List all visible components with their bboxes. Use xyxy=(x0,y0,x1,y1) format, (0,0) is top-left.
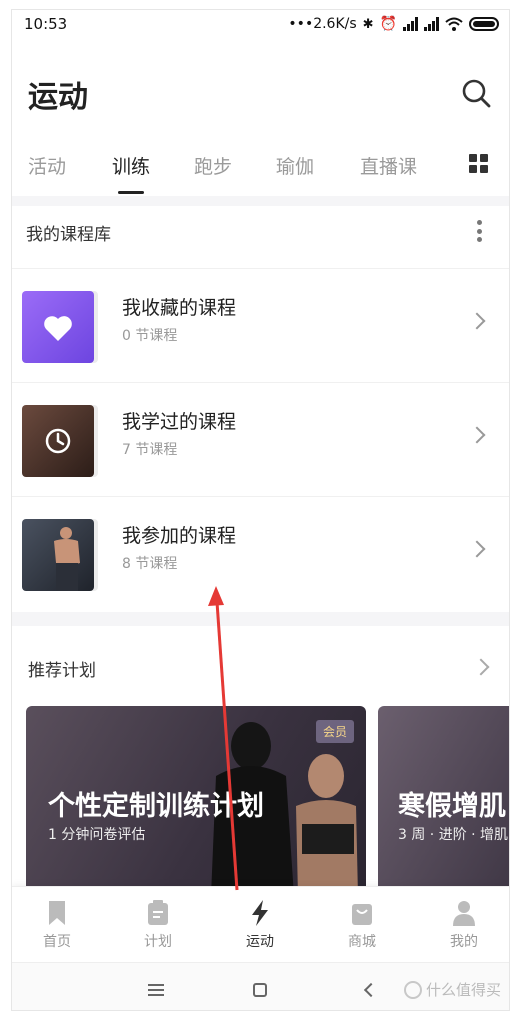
system-navigation-bar: 什么值得买 xyxy=(12,962,509,1010)
bottom-navigation: 首页 计划 运动 商城 我的 xyxy=(12,886,509,962)
tab-activity[interactable]: 活动 xyxy=(28,152,66,179)
nav-shop[interactable]: 商城 xyxy=(322,899,402,951)
nav-sport[interactable]: 运动 xyxy=(220,899,300,951)
course-row-learned[interactable]: 我学过的课程 7 节课程 xyxy=(12,382,509,496)
plan-subtitle: 1 分钟问卷评估 xyxy=(48,827,146,843)
nav-label: 我的 xyxy=(450,934,478,950)
home-icon[interactable] xyxy=(253,983,267,997)
recommended-header[interactable]: 推荐计划 xyxy=(12,626,509,696)
page-title: 运动 xyxy=(28,80,88,115)
status-icons: •••2.6K/s ✱ ⏰ xyxy=(288,16,499,32)
course-library-header: 我的课程库 xyxy=(12,206,509,268)
app-screen: 10:53 •••2.6K/s ✱ ⏰ 运动 活动 训练 跑步 瑜伽 直播课 我… xyxy=(11,9,510,1011)
plan-card-custom[interactable]: 会员 个性定制训练计划 1 分钟问卷评估 xyxy=(26,706,366,896)
recommended-title: 推荐计划 xyxy=(28,661,96,681)
heart-thumbnail xyxy=(22,291,94,363)
chevron-right-icon xyxy=(468,312,486,330)
tab-training[interactable]: 训练 xyxy=(112,152,150,179)
plan-card-winter-bulk[interactable]: 寒假增肌 3 周 · 进阶 · 增肌 xyxy=(378,706,509,896)
tab-yoga[interactable]: 瑜伽 xyxy=(276,152,314,179)
nav-label: 商城 xyxy=(348,934,376,950)
fitness-photo xyxy=(22,519,94,591)
nav-label: 首页 xyxy=(43,934,71,950)
vip-badge: 会员 xyxy=(315,720,354,743)
heart-icon xyxy=(44,316,72,341)
search-icon[interactable] xyxy=(461,78,491,108)
battery-icon xyxy=(469,17,499,31)
more-options-icon[interactable] xyxy=(477,220,483,242)
watermark-logo-icon xyxy=(403,980,422,999)
course-library-title: 我的课程库 xyxy=(26,225,111,245)
nav-label: 计划 xyxy=(144,934,172,950)
divider xyxy=(12,196,509,206)
signal-icon xyxy=(403,17,418,31)
person-icon xyxy=(453,901,475,926)
course-title: 我学过的课程 xyxy=(122,411,237,433)
nav-label: 运动 xyxy=(246,934,274,950)
status-time: 10:53 xyxy=(24,15,68,33)
course-count: 7 节课程 xyxy=(122,442,178,458)
watermark-text: 什么值得买 xyxy=(425,981,501,999)
alarm-icon: ⏰ xyxy=(379,16,397,32)
athlete-figure-icon xyxy=(54,527,80,591)
chevron-right-icon xyxy=(468,426,486,444)
page-header: 运动 xyxy=(12,68,509,128)
grid-menu-icon[interactable] xyxy=(469,154,489,174)
nav-home[interactable]: 首页 xyxy=(17,899,97,951)
lightning-icon xyxy=(252,900,268,926)
nav-profile[interactable]: 我的 xyxy=(424,899,504,951)
tab-active-indicator xyxy=(118,191,144,194)
plan-title: 寒假增肌 xyxy=(398,791,506,822)
signal-icon-2 xyxy=(424,17,439,31)
shop-bag-icon xyxy=(352,904,372,925)
watermark: 什么值得买 xyxy=(403,979,501,1000)
course-title: 我收藏的课程 xyxy=(122,297,237,319)
divider xyxy=(12,612,509,626)
menu-icon[interactable] xyxy=(148,984,164,996)
chevron-right-icon xyxy=(468,540,486,558)
course-title: 我参加的课程 xyxy=(122,525,237,547)
status-bar: 10:53 •••2.6K/s ✱ ⏰ xyxy=(12,10,509,38)
course-count: 8 节课程 xyxy=(122,556,178,572)
course-row-joined[interactable]: 我参加的课程 8 节课程 xyxy=(12,496,509,610)
bluetooth-icon: ✱ xyxy=(362,16,374,32)
clock-icon xyxy=(45,428,71,454)
chevron-right-icon xyxy=(472,658,490,676)
course-row-favorites[interactable]: 我收藏的课程 0 节课程 xyxy=(12,268,509,382)
category-tabs: 活动 训练 跑步 瑜伽 直播课 xyxy=(12,146,509,196)
plan-title: 个性定制训练计划 xyxy=(48,791,264,822)
wifi-icon xyxy=(445,17,463,31)
tab-running[interactable]: 跑步 xyxy=(194,152,232,179)
plan-subtitle: 3 周 · 进阶 · 增肌 xyxy=(398,827,509,843)
clock-thumbnail xyxy=(22,405,94,477)
network-speed: •••2.6K/s xyxy=(288,16,357,32)
course-count: 0 节课程 xyxy=(122,328,178,344)
clipboard-icon xyxy=(148,900,168,925)
bookmark-icon xyxy=(49,901,65,925)
nav-plan[interactable]: 计划 xyxy=(118,899,198,951)
back-icon[interactable] xyxy=(363,982,379,998)
tab-live-class[interactable]: 直播课 xyxy=(360,152,417,179)
